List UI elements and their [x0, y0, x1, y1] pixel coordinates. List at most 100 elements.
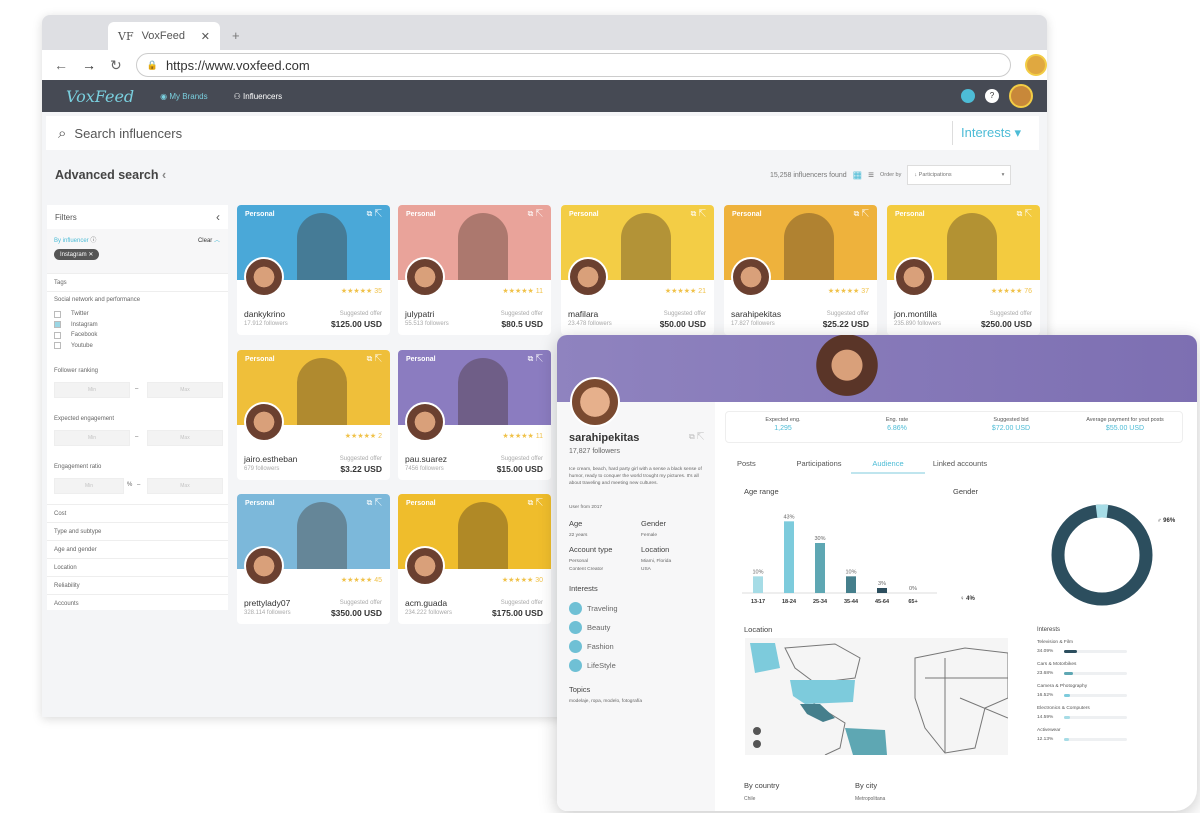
back-icon[interactable]: ←: [54, 57, 68, 73]
help-icon[interactable]: ?: [985, 89, 999, 103]
save-icon[interactable]: ⧉ ⇱: [367, 498, 382, 508]
collapse-icon[interactable]: ‹: [162, 168, 166, 182]
close-tab-icon[interactable]: ✕: [201, 30, 210, 43]
region-brazil: [845, 728, 887, 755]
network-checkbox-youtube[interactable]: Youtube: [54, 341, 221, 352]
browser-tab[interactable]: VF VoxFeed ✕: [108, 22, 220, 50]
rating-stars: ★★★★★ 21: [664, 288, 706, 295]
follower-min-input[interactable]: Min: [54, 382, 130, 398]
save-icon[interactable]: ⧉ ⇱: [1017, 209, 1032, 219]
network-checkbox-twitter[interactable]: Twitter: [54, 309, 221, 320]
influencer-card[interactable]: Personal ⧉ ⇱ ★★★★★ 76 jon.montilla 235.890 f…: [887, 205, 1040, 335]
suggested-price: $125.00 USD: [330, 319, 382, 329]
save-icon[interactable]: ⧉ ⇱: [528, 209, 543, 219]
influencer-card[interactable]: Personal ⧉ ⇱ ★★★★★ 35 dankykrino 17.912 foll…: [237, 205, 390, 335]
suggested-price: $3.22 USD: [340, 464, 382, 474]
save-icon[interactable]: ⧉ ⇱: [528, 498, 543, 508]
order-select[interactable]: ↓ Participations ▾: [907, 165, 1012, 185]
save-icon[interactable]: ⧉ ⇱: [691, 209, 706, 219]
url-bar[interactable]: 🔒 https://www.voxfeed.com: [135, 53, 1012, 77]
followers-count: 328.114 followers: [244, 610, 291, 616]
influencer-card[interactable]: Personal ⧉ ⇱ ★★★★★ 37 sarahipekitas 17.827 f…: [724, 205, 877, 335]
influencer-card[interactable]: Personal ⧉ ⇱ ★★★★★ 30 acm.guada 234.222 foll…: [398, 494, 551, 624]
network-checkbox-instagram[interactable]: Instagram: [54, 320, 221, 331]
checkbox[interactable]: [54, 331, 61, 339]
filter-section[interactable]: Age and gender: [47, 540, 228, 558]
tab-posts[interactable]: Posts: [737, 459, 787, 474]
search-input[interactable]: Search influencers: [74, 126, 952, 141]
age-range-chart: 10% 13-17 43% 18-24 30% 25-34 10% 35-44 3% 45-64 0…: [742, 514, 937, 605]
tab-title: VoxFeed: [141, 30, 185, 42]
profile-sidebar: ⧉ ⇱ sarahipekitas 17,827 followers Ice c…: [557, 377, 715, 811]
suggested-offer-label: Suggested offer: [339, 600, 382, 606]
filter-section[interactable]: Location: [47, 558, 228, 576]
rating-stars: ★★★★★ 37: [827, 288, 869, 295]
person-photo: [458, 502, 508, 569]
male-percent: ♂ 96%: [1157, 518, 1176, 524]
new-tab-icon[interactable]: +: [232, 28, 240, 43]
ratio-min-input[interactable]: Min: [54, 478, 124, 494]
rating-stars: ★★★★★ 45: [340, 577, 382, 584]
influencer-card[interactable]: Personal ⧉ ⇱ ★★★★★ 11 julypatri 55.513 follo…: [398, 205, 551, 335]
network-checkbox-facebook[interactable]: Facebook: [54, 330, 221, 341]
filter-tags[interactable]: Tags: [47, 273, 228, 291]
filter-section[interactable]: Reliability: [47, 576, 228, 594]
reload-icon[interactable]: ↻: [110, 57, 122, 74]
follower-max-input[interactable]: Max: [147, 382, 223, 398]
topics-value: modelaje, ropa, modelo, fotografía: [569, 699, 643, 704]
influencer-card[interactable]: Personal ⧉ ⇱ ★★★★★ 21 mafilara 23.478 follow…: [561, 205, 714, 335]
instagram-chip[interactable]: Instagram ✕: [54, 249, 100, 260]
influencer-card[interactable]: Personal ⧉ ⇱ ★★★★★ 2 jairo.estheban 679 foll…: [237, 350, 390, 480]
person-photo: [947, 213, 997, 280]
checkbox[interactable]: [54, 310, 61, 318]
url-text: https://www.voxfeed.com: [165, 57, 310, 73]
country-value: Chile: [744, 796, 756, 802]
collapse-filters-icon[interactable]: ‹: [216, 210, 220, 224]
save-icon[interactable]: ⧉ ⇱: [854, 209, 869, 219]
user-avatar[interactable]: [1009, 84, 1033, 108]
engagement-ratio-label: Engagement ratio: [54, 464, 102, 470]
influencer-card[interactable]: Personal ⧉ ⇱ ★★★★★ 45 prettylady07 328.114 f…: [237, 494, 390, 624]
influencer-card[interactable]: Personal ⧉ ⇱ ★★★★★ 11 pau.suarez 7456 follow…: [398, 350, 551, 480]
filter-section[interactable]: Type and subtype: [47, 522, 228, 540]
grid-view-icon[interactable]: ▦: [853, 170, 862, 181]
save-icon[interactable]: ⧉ ⇱: [367, 354, 382, 364]
search-bar[interactable]: ⌕ Search influencers Interests ▾: [46, 116, 1039, 150]
results-count: 15,258 influencers found: [770, 171, 847, 179]
engagement-max-input[interactable]: Max: [147, 430, 223, 446]
clear-button[interactable]: Clear ︿: [198, 235, 220, 244]
by-influencer-label[interactable]: By influencer: [54, 238, 89, 244]
notifications-icon[interactable]: [961, 89, 975, 103]
tab-audience[interactable]: Audience: [851, 459, 925, 474]
filter-section[interactable]: Accounts: [47, 594, 228, 612]
tab-bar: VF VoxFeed ✕ +: [42, 15, 1047, 50]
donut-male: [1051, 504, 1153, 606]
checkbox[interactable]: [54, 342, 61, 350]
tab-linked-accounts[interactable]: Linked accounts: [925, 459, 995, 474]
followers-count: 679 followers: [244, 466, 280, 472]
clear-label: Clear: [197, 238, 213, 244]
engagement-min-input[interactable]: Min: [54, 430, 130, 446]
interest-item: LifeStyle: [569, 656, 618, 675]
nav-influencers[interactable]: ⚇ Influencers: [234, 92, 283, 101]
interests-dropdown[interactable]: Interests ▾: [961, 125, 1021, 141]
save-icon[interactable]: ⧉ ⇱: [689, 432, 704, 442]
interest-label: Traveling: [587, 604, 618, 613]
checkbox[interactable]: [54, 321, 61, 329]
nav-my-brands[interactable]: ◉ My Brands: [160, 92, 207, 101]
person-photo: [297, 502, 347, 569]
person-photo: [784, 213, 834, 280]
voxfeed-logo[interactable]: VoxFeed: [66, 87, 134, 106]
tab-participations[interactable]: Participations: [787, 459, 851, 474]
audience-interest: Cars & Motorbikes 23.68%: [1037, 662, 1137, 684]
interest-item: Beauty: [569, 618, 618, 637]
profile-avatar[interactable]: [1025, 54, 1047, 76]
filter-section[interactable]: Cost: [47, 504, 228, 522]
list-view-icon[interactable]: ≡: [868, 170, 874, 181]
location-map[interactable]: [745, 638, 1008, 755]
save-icon[interactable]: ⧉ ⇱: [528, 354, 543, 364]
ratio-max-input[interactable]: Max: [147, 478, 223, 494]
save-icon[interactable]: ⧉ ⇱: [367, 209, 382, 219]
location-label: Location: [641, 545, 670, 554]
forward-icon[interactable]: →: [82, 57, 96, 73]
